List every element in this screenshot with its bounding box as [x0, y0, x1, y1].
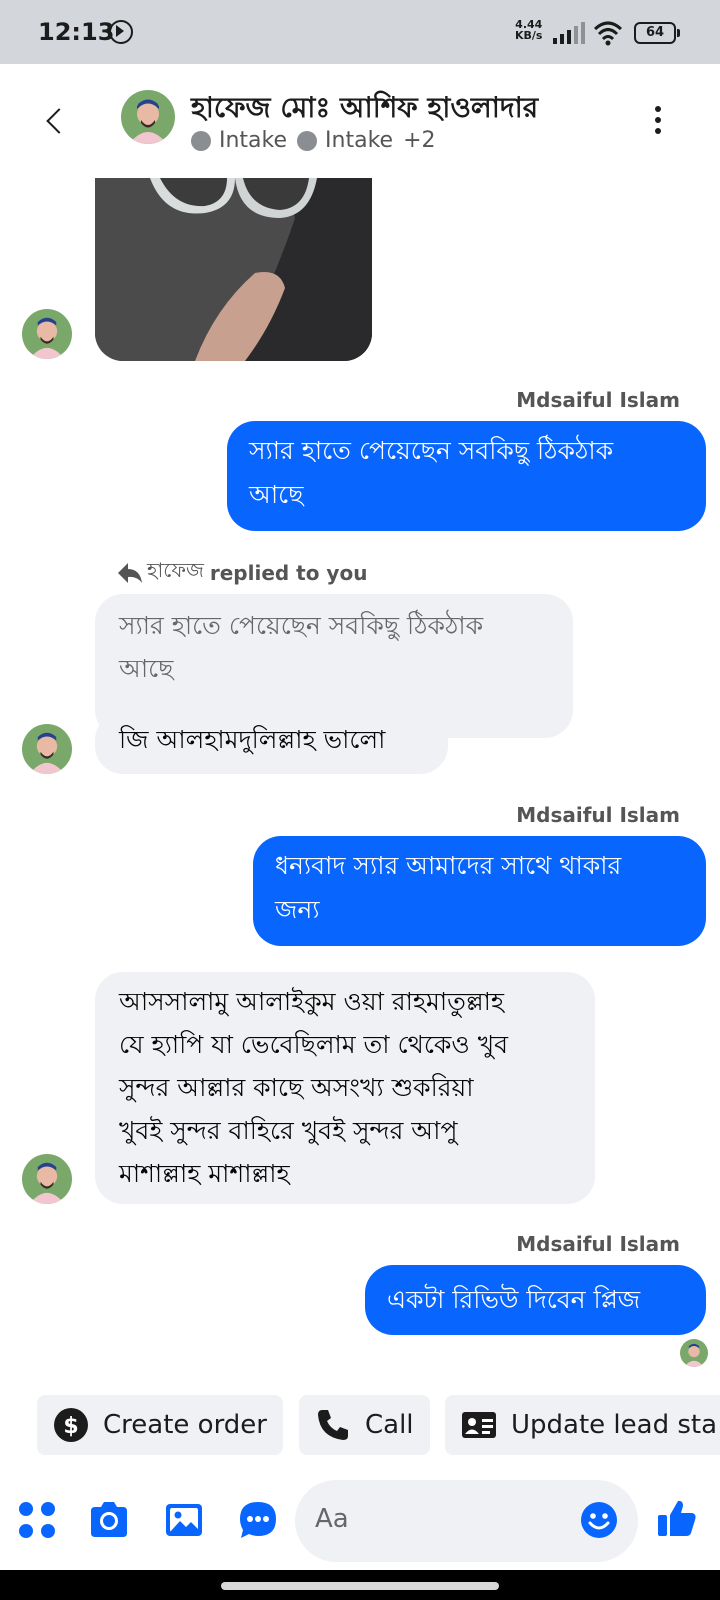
thumbs-up-icon[interactable] [656, 1497, 698, 1539]
more-icon[interactable] [650, 106, 666, 140]
call-button[interactable]: Call [299, 1395, 430, 1455]
signal-icon [553, 22, 585, 44]
photo-message[interactable] [95, 178, 372, 361]
chat-bubble-icon[interactable] [237, 1499, 279, 1541]
reply-indicator: হাফেজ replied to you [117, 556, 367, 589]
dnd-icon [109, 20, 133, 44]
tag-label: Intake [219, 128, 288, 153]
svg-text:$: $ [63, 1414, 78, 1439]
dollar-icon: $ [54, 1408, 88, 1442]
phone-icon [318, 1410, 348, 1440]
status-time: 12:13 [38, 18, 115, 46]
incoming-message[interactable]: আসসালামু আলাইকুম ওয়া রাহমাতুল্লাহ যে হ্… [95, 972, 595, 1204]
contact-avatar-small[interactable] [22, 1154, 72, 1204]
system-nav-bar [0, 1570, 720, 1600]
tag-dot [191, 130, 211, 151]
incoming-message[interactable]: জি আলহামদুলিল্লাহ ভালো [95, 712, 448, 774]
outgoing-message[interactable]: ধন্যবাদ স্যার আমাদের সাথে থাকার জন্য [253, 836, 706, 946]
create-order-button[interactable]: $ Create order [37, 1395, 283, 1455]
message-composer: Aa [0, 1478, 720, 1564]
sender-name: Mdsaiful Islam [516, 1232, 680, 1256]
camera-icon[interactable] [88, 1499, 130, 1541]
outgoing-message[interactable]: স্যার হাতে পেয়েছেন সবকিছু ঠিকঠাক আছে [227, 421, 706, 531]
wifi-icon [594, 21, 622, 46]
battery-icon: 64 [634, 22, 680, 44]
back-icon[interactable] [40, 102, 70, 142]
more-tags-count: +2 [403, 128, 436, 153]
contact-avatar[interactable] [121, 90, 175, 144]
gallery-icon[interactable] [163, 1499, 205, 1541]
quick-actions: $ Create order Call Update lead sta [0, 1395, 720, 1457]
message-input[interactable]: Aa [295, 1480, 638, 1562]
network-speed: 4.44 KB/s [515, 18, 543, 42]
chat-header: হাফেজ মোঃ আশিফ হাওলাদার Intake Intake +2 [0, 64, 720, 176]
reply-icon [118, 562, 142, 583]
home-handle[interactable] [221, 1582, 499, 1590]
contact-name[interactable]: হাফেজ মোঃ আশিফ হাওলাদার [191, 86, 538, 133]
tag-label: Intake [325, 128, 394, 153]
outgoing-message[interactable]: একটা রিভিউ দিবেন প্লিজ [365, 1265, 706, 1335]
contact-avatar-small[interactable] [22, 724, 72, 774]
contact-card-icon [462, 1412, 496, 1438]
lead-tags[interactable]: Intake Intake +2 [191, 128, 436, 153]
apps-icon[interactable] [16, 1499, 58, 1541]
status-bar: 12:13 4.44 KB/s 64 [0, 0, 720, 64]
tag-dot [297, 130, 318, 151]
seen-avatar [680, 1339, 708, 1367]
update-lead-stage-button[interactable]: Update lead sta [445, 1395, 720, 1455]
sender-name: Mdsaiful Islam [516, 803, 680, 827]
contact-avatar-small[interactable] [22, 309, 72, 359]
sender-name: Mdsaiful Islam [516, 388, 680, 412]
emoji-icon[interactable] [580, 1501, 618, 1539]
